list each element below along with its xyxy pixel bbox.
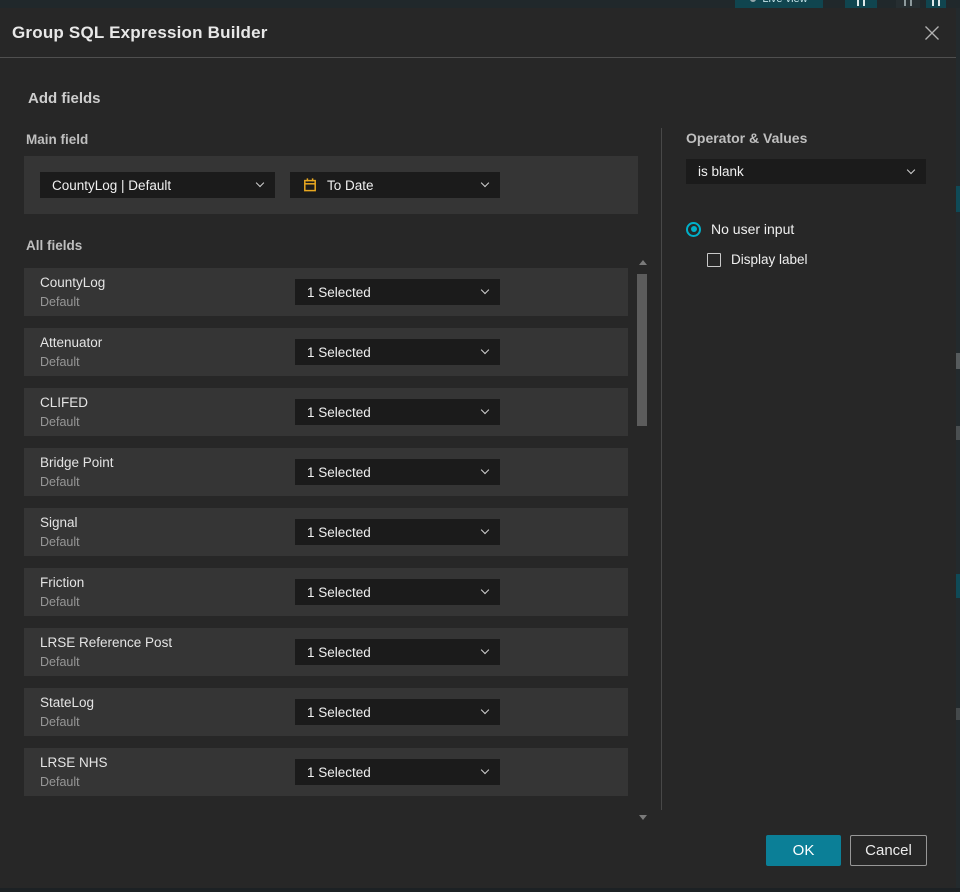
field-row: Signal Default 1 Selected	[24, 508, 628, 556]
main-field-dropdown[interactable]: CountyLog | Default	[40, 172, 275, 198]
operator-values-label: Operator & Values	[686, 130, 808, 146]
chevron-down-icon	[480, 585, 490, 595]
live-view-indicator[interactable]: Live view	[735, 0, 823, 8]
main-field-panel: CountyLog | Default To Date	[24, 156, 638, 214]
no-user-input-label: No user input	[711, 221, 795, 237]
display-label-checkbox-row[interactable]: Display label	[707, 252, 808, 267]
field-name: Bridge Point	[40, 455, 114, 470]
chevron-down-icon	[480, 645, 490, 655]
main-field-dropdown-value: CountyLog | Default	[52, 177, 172, 193]
background-app-right-strip	[956, 8, 960, 892]
field-selection-dropdown[interactable]: 1 Selected	[295, 459, 500, 485]
calendar-icon	[302, 177, 318, 193]
background-toolbar-icon	[845, 0, 877, 8]
field-subtitle: Default	[40, 655, 80, 669]
field-subtitle: Default	[40, 535, 80, 549]
field-subtitle: Default	[40, 475, 80, 489]
chevron-down-icon	[480, 285, 490, 295]
scroll-up-icon[interactable]	[638, 260, 647, 265]
main-field-label: Main field	[26, 132, 89, 147]
background-app-top-strip: Live view	[0, 0, 960, 8]
chevron-down-icon	[480, 765, 490, 775]
dialog-titlebar: Group SQL Expression Builder	[0, 8, 956, 58]
field-name: StateLog	[40, 695, 95, 710]
field-row: CLIFED Default 1 Selected	[24, 388, 628, 436]
ok-button[interactable]: OK	[766, 835, 841, 866]
scrollbar[interactable]	[637, 258, 648, 820]
field-selection-value: 1 Selected	[307, 284, 371, 300]
field-selection-value: 1 Selected	[307, 764, 371, 780]
field-selection-dropdown[interactable]: 1 Selected	[295, 279, 500, 305]
scroll-down-icon[interactable]	[638, 815, 647, 820]
field-row: Friction Default 1 Selected	[24, 568, 628, 616]
display-label-label: Display label	[731, 252, 808, 267]
field-name: Friction	[40, 575, 85, 590]
background-app-bottom-strip	[0, 888, 960, 892]
chevron-down-icon	[906, 165, 916, 174]
date-attribute-dropdown[interactable]: To Date	[290, 172, 500, 198]
scrollbar-thumb[interactable]	[637, 274, 647, 426]
field-selection-dropdown[interactable]: 1 Selected	[295, 519, 500, 545]
field-selection-value: 1 Selected	[307, 524, 371, 540]
field-subtitle: Default	[40, 355, 80, 369]
chevron-down-icon	[480, 345, 490, 355]
chevron-down-icon	[480, 525, 490, 535]
field-name: CountyLog	[40, 275, 106, 290]
close-icon	[925, 26, 939, 40]
live-dot-icon	[750, 0, 757, 2]
field-selection-dropdown[interactable]: 1 Selected	[295, 579, 500, 605]
chevron-down-icon	[480, 705, 490, 715]
field-row: Bridge Point Default 1 Selected	[24, 448, 628, 496]
all-fields-label: All fields	[26, 238, 83, 253]
field-name: CLIFED	[40, 395, 89, 410]
field-row: StateLog Default 1 Selected	[24, 688, 628, 736]
field-subtitle: Default	[40, 775, 80, 789]
field-selection-value: 1 Selected	[307, 704, 371, 720]
live-view-label: Live view	[762, 0, 807, 5]
chevron-down-icon	[480, 178, 490, 188]
field-selection-dropdown[interactable]: 1 Selected	[295, 639, 500, 665]
field-subtitle: Default	[40, 715, 80, 729]
vertical-divider	[661, 128, 662, 810]
dialog-title: Group SQL Expression Builder	[12, 23, 268, 42]
group-sql-expression-builder-dialog: Group SQL Expression Builder Add fields …	[0, 8, 956, 888]
all-fields-list: CountyLog Default 1 Selected Attenuator …	[24, 268, 628, 796]
field-name: Attenuator	[40, 335, 103, 350]
cancel-button[interactable]: Cancel	[850, 835, 927, 866]
operator-dropdown[interactable]: is blank	[686, 159, 926, 184]
background-toolbar-icon	[896, 0, 920, 8]
field-selection-dropdown[interactable]: 1 Selected	[295, 399, 500, 425]
field-selection-dropdown[interactable]: 1 Selected	[295, 699, 500, 725]
field-selection-value: 1 Selected	[307, 404, 371, 420]
field-subtitle: Default	[40, 595, 80, 609]
field-row: CountyLog Default 1 Selected	[24, 268, 628, 316]
field-name: Signal	[40, 515, 78, 530]
field-selection-value: 1 Selected	[307, 464, 371, 480]
screen: Live view Group SQL Expression Builder A…	[0, 0, 960, 892]
chevron-down-icon	[480, 465, 490, 475]
field-selection-value: 1 Selected	[307, 584, 371, 600]
field-row: LRSE NHS Default 1 Selected	[24, 748, 628, 796]
no-user-input-radio-row[interactable]: No user input	[686, 221, 794, 237]
close-button[interactable]	[920, 21, 944, 45]
date-attribute-dropdown-value: To Date	[327, 177, 374, 193]
chevron-down-icon	[480, 405, 490, 415]
field-row: Attenuator Default 1 Selected	[24, 328, 628, 376]
field-row: LRSE Reference Post Default 1 Selected	[24, 628, 628, 676]
radio-selected-icon[interactable]	[686, 221, 701, 237]
background-toolbar-icon	[926, 0, 946, 8]
field-name: LRSE NHS	[40, 755, 108, 770]
chevron-down-icon	[255, 178, 265, 188]
field-subtitle: Default	[40, 295, 80, 309]
field-name: LRSE Reference Post	[40, 635, 173, 650]
field-selection-dropdown[interactable]: 1 Selected	[295, 339, 500, 365]
add-fields-heading: Add fields	[28, 90, 101, 107]
field-selection-dropdown[interactable]: 1 Selected	[295, 759, 500, 785]
field-subtitle: Default	[40, 415, 80, 429]
field-selection-value: 1 Selected	[307, 644, 371, 660]
operator-dropdown-value: is blank	[698, 164, 744, 179]
checkbox-unchecked-icon[interactable]	[707, 252, 721, 267]
field-selection-value: 1 Selected	[307, 344, 371, 360]
